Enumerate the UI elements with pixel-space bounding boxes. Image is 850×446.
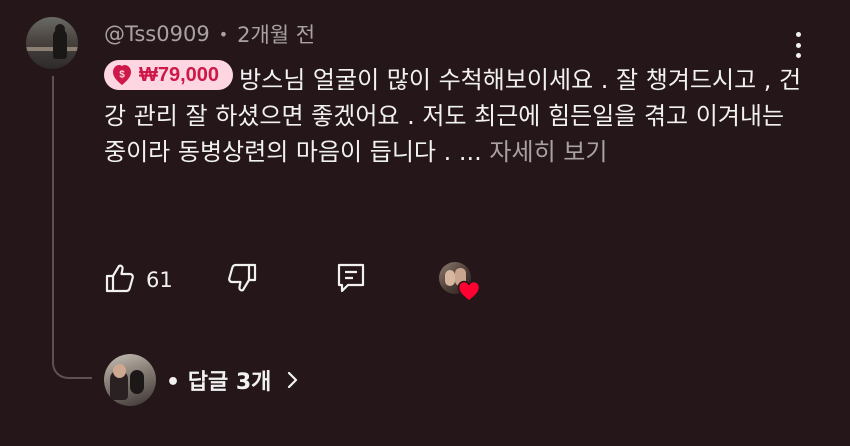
comment-body: $ ₩79,000 방스님 얼굴이 많이 수척해보이세요 . 잘 챙겨드시고 ,… bbox=[104, 60, 804, 170]
replies-count-label: • 답글 3개 bbox=[166, 370, 272, 395]
commenter-username[interactable]: @Tss0909 bbox=[104, 22, 210, 46]
super-thanks-badge: $ ₩79,000 bbox=[104, 60, 234, 90]
like-button[interactable]: 61 bbox=[104, 262, 173, 298]
thumbs-up-icon bbox=[104, 262, 136, 298]
commenter-avatar[interactable] bbox=[26, 17, 78, 69]
svg-text:$: $ bbox=[119, 70, 125, 81]
like-count: 61 bbox=[146, 268, 173, 292]
view-replies-button[interactable]: • 답글 3개 bbox=[104, 354, 299, 406]
comment-time: 2개월 전 bbox=[237, 23, 316, 47]
comment-thread: @Tss0909 • 2개월 전 $ ₩79,000 방스님 얼굴이 많이 수척… bbox=[0, 0, 850, 446]
more-vertical-icon bbox=[795, 32, 801, 37]
thread-connector-line bbox=[52, 76, 92, 379]
dollar-heart-icon: $ bbox=[112, 64, 132, 86]
chevron-right-icon bbox=[285, 370, 299, 390]
creator-heart bbox=[439, 262, 481, 302]
read-more-link[interactable]: 자세히 보기 bbox=[489, 138, 607, 166]
thumbs-down-icon bbox=[226, 262, 258, 298]
more-options-button[interactable] bbox=[788, 30, 808, 60]
dislike-button[interactable] bbox=[226, 262, 258, 298]
reply-comment-icon bbox=[336, 262, 366, 298]
heart-icon bbox=[457, 280, 481, 302]
reply-button[interactable] bbox=[336, 262, 366, 298]
super-thanks-amount: ₩79,000 bbox=[139, 64, 220, 86]
reply-avatar bbox=[104, 354, 156, 406]
separator-dot: • bbox=[218, 24, 229, 44]
comment-actions: 61 bbox=[104, 262, 504, 302]
comment-header: @Tss0909 • 2개월 전 bbox=[104, 19, 315, 49]
